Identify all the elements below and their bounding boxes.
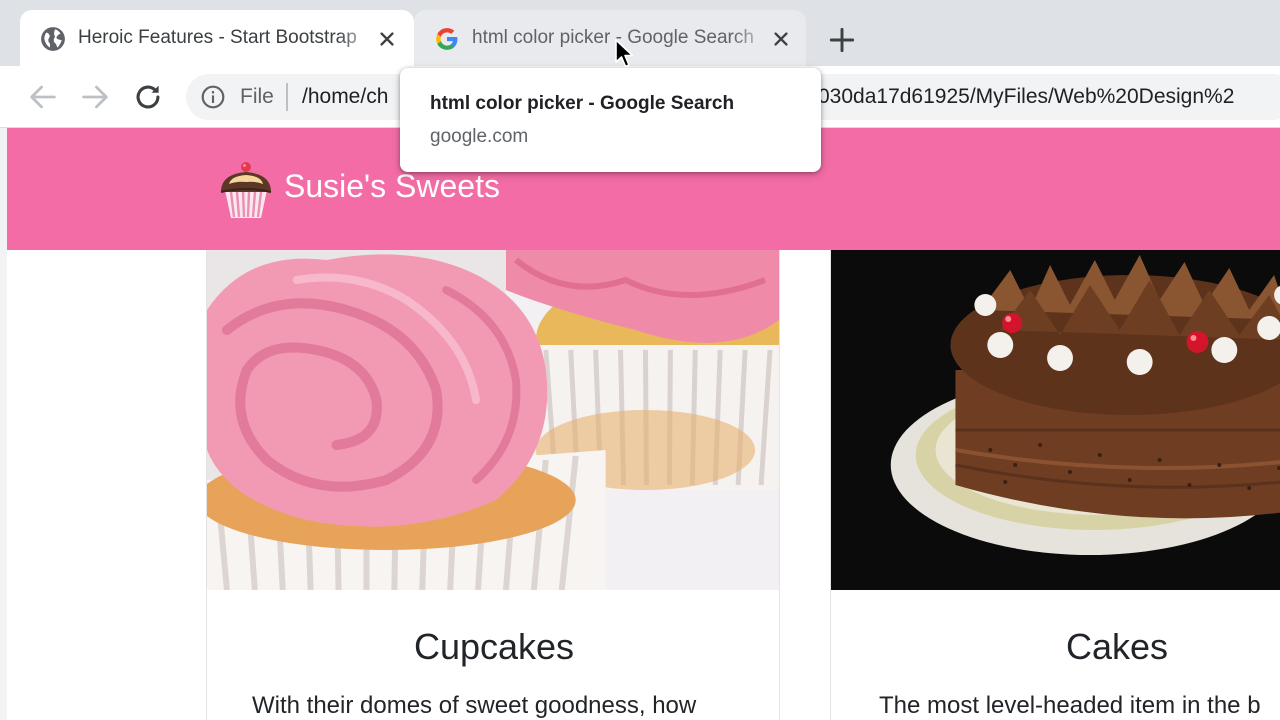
cupcake-logo-icon[interactable] [215, 156, 277, 220]
tab-heroic-features[interactable]: Heroic Features - Start Bootstrap [20, 10, 414, 66]
tab-title: Heroic Features - Start Bootstrap [78, 27, 357, 48]
card-text: With their domes of sweet goodness, how [252, 692, 697, 719]
plus-icon[interactable] [826, 24, 858, 56]
reload-icon[interactable] [131, 80, 165, 114]
globe-icon [41, 27, 65, 51]
url-scheme-label: File [240, 85, 274, 108]
tab-google-search[interactable]: html color picker - Google Search [414, 10, 806, 66]
close-icon[interactable] [768, 26, 794, 52]
url-text[interactable]: /home/ch [302, 85, 388, 109]
chocolate-cake-photo [831, 250, 1280, 590]
tab-strip: Heroic Features - Start Bootstrap html c… [0, 0, 1280, 66]
browser-window: Heroic Features - Start Bootstrap html c… [0, 0, 1280, 720]
cupcakes-photo [207, 250, 779, 590]
brand-name[interactable]: Susie's Sweets [284, 168, 500, 205]
mouse-cursor-icon [615, 39, 634, 68]
hover-card-domain: google.com [430, 126, 529, 147]
divider [286, 83, 288, 111]
close-icon[interactable] [374, 26, 400, 52]
page-viewport: Susie's Sweets Cupcakes With their domes… [0, 128, 1280, 720]
tab-title-fade [338, 22, 378, 54]
google-icon [436, 28, 458, 50]
info-icon[interactable] [200, 84, 226, 110]
card-cakes: Cakes The most level-headed item in the … [830, 250, 1280, 720]
arrow-right-icon[interactable] [78, 80, 112, 114]
card-text: The most level-headed item in the b [879, 692, 1261, 719]
tab-title-fade [732, 22, 772, 54]
hover-card-title: html color picker - Google Search [430, 93, 735, 114]
page-edge [0, 128, 7, 720]
url-text-tail[interactable]: 030da17d61925/MyFiles/Web%20Design%2 [818, 85, 1234, 109]
arrow-left-icon[interactable] [26, 80, 60, 114]
card-title: Cakes [1065, 626, 1169, 667]
tab-hover-card: html color picker - Google Search google… [400, 68, 821, 172]
card-title: Cupcakes [413, 626, 575, 667]
card-cupcakes: Cupcakes With their domes of sweet goodn… [206, 250, 780, 720]
